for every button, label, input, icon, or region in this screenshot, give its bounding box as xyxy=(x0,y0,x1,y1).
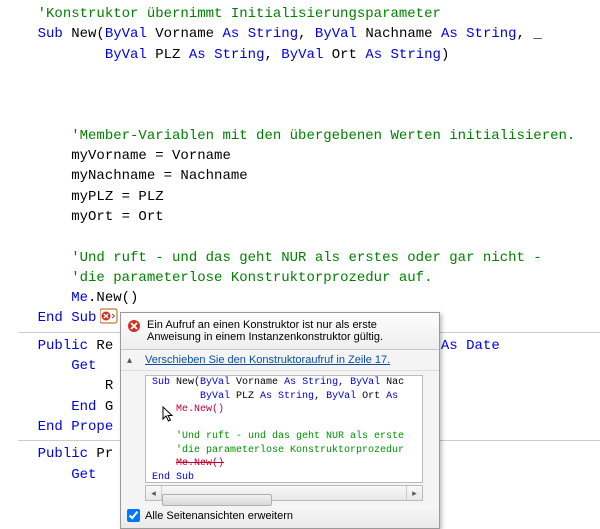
popup-footer: Alle Seitenansichten erweitern xyxy=(121,505,439,528)
code-line: Sub New(ByVal Vorname As String, ByVal N… xyxy=(4,24,600,44)
fix-link[interactable]: Verschieben Sie den Konstruktoraufruf in… xyxy=(145,354,433,366)
popup-header: Ein Aufruf an einen Konstruktor ist nur … xyxy=(121,313,439,350)
code-line: myNachname = Nachname xyxy=(4,166,600,186)
error-correction-popup: Ein Aufruf an einen Konstruktor ist nur … xyxy=(120,312,440,529)
error-icon xyxy=(127,319,141,333)
code-line: 'Und ruft - und das geht NUR als erstes … xyxy=(4,248,600,268)
code-line: 'Konstruktor übernimmt Initialisierungsp… xyxy=(4,4,600,24)
code-line: myVorname = Vorname xyxy=(4,146,600,166)
chevron-up-icon: ▴ xyxy=(127,354,139,366)
scroll-left-icon[interactable]: ◂ xyxy=(146,486,162,500)
scroll-right-icon[interactable]: ▸ xyxy=(406,486,422,500)
code-line: 'die parameterlose Konstruktorprozedur a… xyxy=(4,268,600,288)
code-line: 'Member-Variablen mit den übergebenen We… xyxy=(4,126,600,146)
expand-previews-checkbox[interactable] xyxy=(127,509,140,522)
removed-line: Me.New() xyxy=(176,458,224,469)
code-line: ByVal PLZ As String, ByVal Ort As String… xyxy=(4,45,600,65)
code-line: myOrt = Ort xyxy=(4,207,600,227)
comment: 'Konstruktor übernimmt Initialisierungsp… xyxy=(38,6,441,22)
inserted-line: Me.New() xyxy=(176,404,224,415)
preview-scrollbar[interactable]: ◂ ▸ xyxy=(145,485,423,501)
expand-previews-option[interactable]: Alle Seitenansichten erweitern xyxy=(127,509,433,522)
fix-row[interactable]: ▴ Verschieben Sie den Konstruktoraufruf … xyxy=(121,350,439,371)
error-message: Ein Aufruf an einen Konstruktor ist nur … xyxy=(147,319,383,343)
scroll-thumb[interactable] xyxy=(162,494,272,506)
error-smart-tag[interactable] xyxy=(100,308,118,324)
fix-preview: Sub New(ByVal Vorname As String, ByVal N… xyxy=(145,375,423,483)
code-line: Me.New() xyxy=(4,288,600,308)
code-line: myPLZ = PLZ xyxy=(4,187,600,207)
expand-previews-label: Alle Seitenansichten erweitern xyxy=(145,510,293,522)
